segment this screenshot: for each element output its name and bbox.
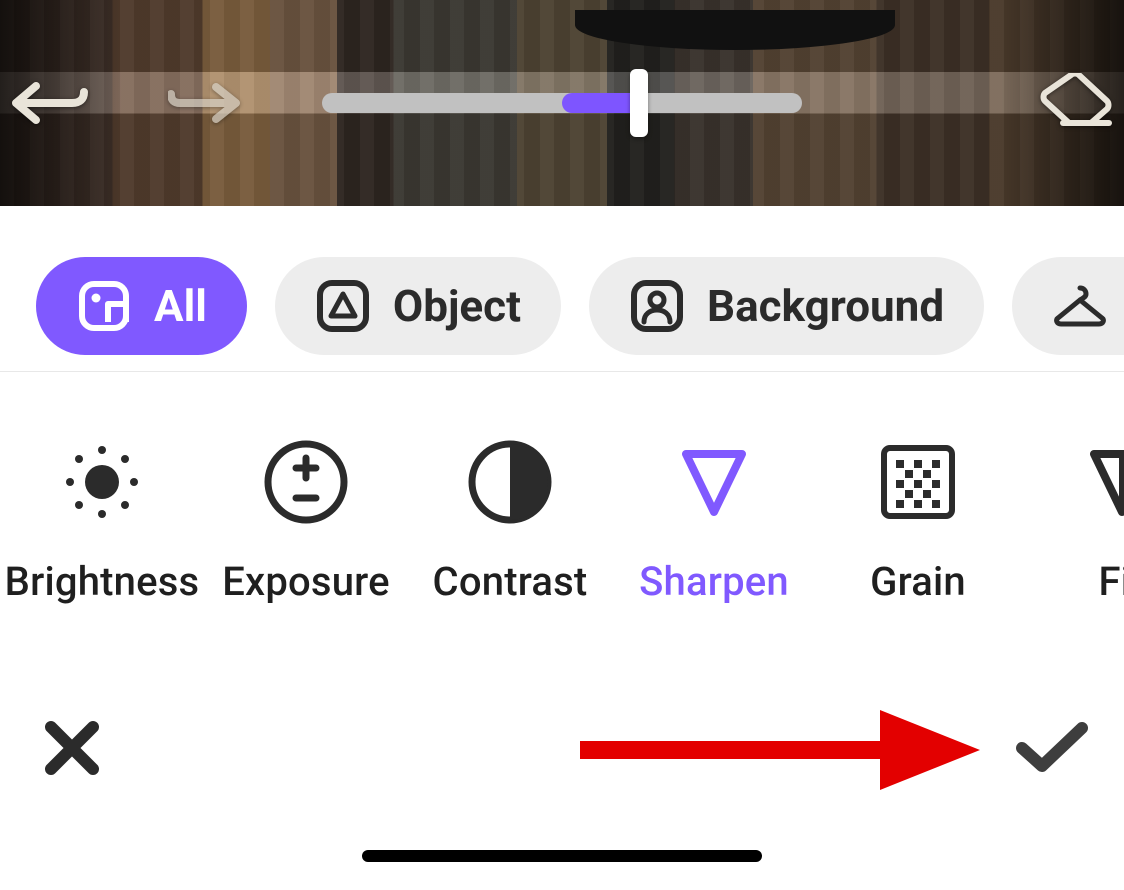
- confirm-button[interactable]: [1012, 708, 1092, 788]
- tool-grain[interactable]: Grain: [816, 438, 1020, 605]
- annotation-arrow: [580, 702, 980, 798]
- tool-fine[interactable]: Fir: [1020, 438, 1124, 605]
- tool-sharpen[interactable]: Sharpen: [612, 438, 816, 605]
- slider-fill: [562, 93, 639, 113]
- tool-label: Grain: [870, 558, 966, 605]
- target-chip-row: All Object Background Cl: [0, 206, 1124, 372]
- exposure-icon: [262, 438, 350, 526]
- erase-button[interactable]: [1020, 48, 1124, 158]
- chip-background[interactable]: Background: [589, 257, 984, 355]
- chip-label: Object: [393, 280, 521, 332]
- undo-button[interactable]: [0, 48, 104, 158]
- redo-icon: [168, 79, 242, 127]
- check-icon: [1016, 720, 1088, 776]
- slider-handle[interactable]: [630, 69, 648, 137]
- redo-button[interactable]: [150, 48, 260, 158]
- home-indicator: [362, 850, 762, 862]
- adjust-tool-row: Brightness Exposure Contrast Sharpen: [0, 372, 1124, 662]
- cancel-button[interactable]: [32, 708, 112, 788]
- chip-label: All: [154, 280, 207, 332]
- grain-icon: [874, 438, 962, 526]
- tool-label: Exposure: [222, 558, 390, 605]
- fine-icon: [1078, 438, 1124, 526]
- brightness-icon: [58, 438, 146, 526]
- close-icon: [43, 719, 101, 777]
- person-icon: [629, 278, 685, 334]
- chip-object[interactable]: Object: [275, 257, 561, 355]
- tool-brightness[interactable]: Brightness: [0, 438, 204, 605]
- image-preview: [0, 0, 1124, 206]
- tool-label: Brightness: [5, 558, 200, 605]
- tool-exposure[interactable]: Exposure: [204, 438, 408, 605]
- bottom-bar: [0, 662, 1124, 890]
- tool-label: Sharpen: [639, 558, 789, 605]
- contrast-icon: [466, 438, 554, 526]
- sharpen-icon: [670, 438, 758, 526]
- tool-contrast[interactable]: Contrast: [408, 438, 612, 605]
- tool-label: Fir: [1099, 558, 1124, 605]
- hanger-icon: [1052, 278, 1108, 334]
- adjust-slider[interactable]: [322, 93, 802, 113]
- undo-icon: [10, 78, 88, 128]
- erase-icon: [1035, 73, 1115, 133]
- chip-clothes[interactable]: Cl: [1012, 257, 1124, 355]
- tool-label: Contrast: [433, 558, 588, 605]
- triangle-icon: [315, 278, 371, 334]
- layers-icon: [76, 278, 132, 334]
- chip-all[interactable]: All: [36, 257, 247, 355]
- chip-label: Background: [707, 280, 944, 332]
